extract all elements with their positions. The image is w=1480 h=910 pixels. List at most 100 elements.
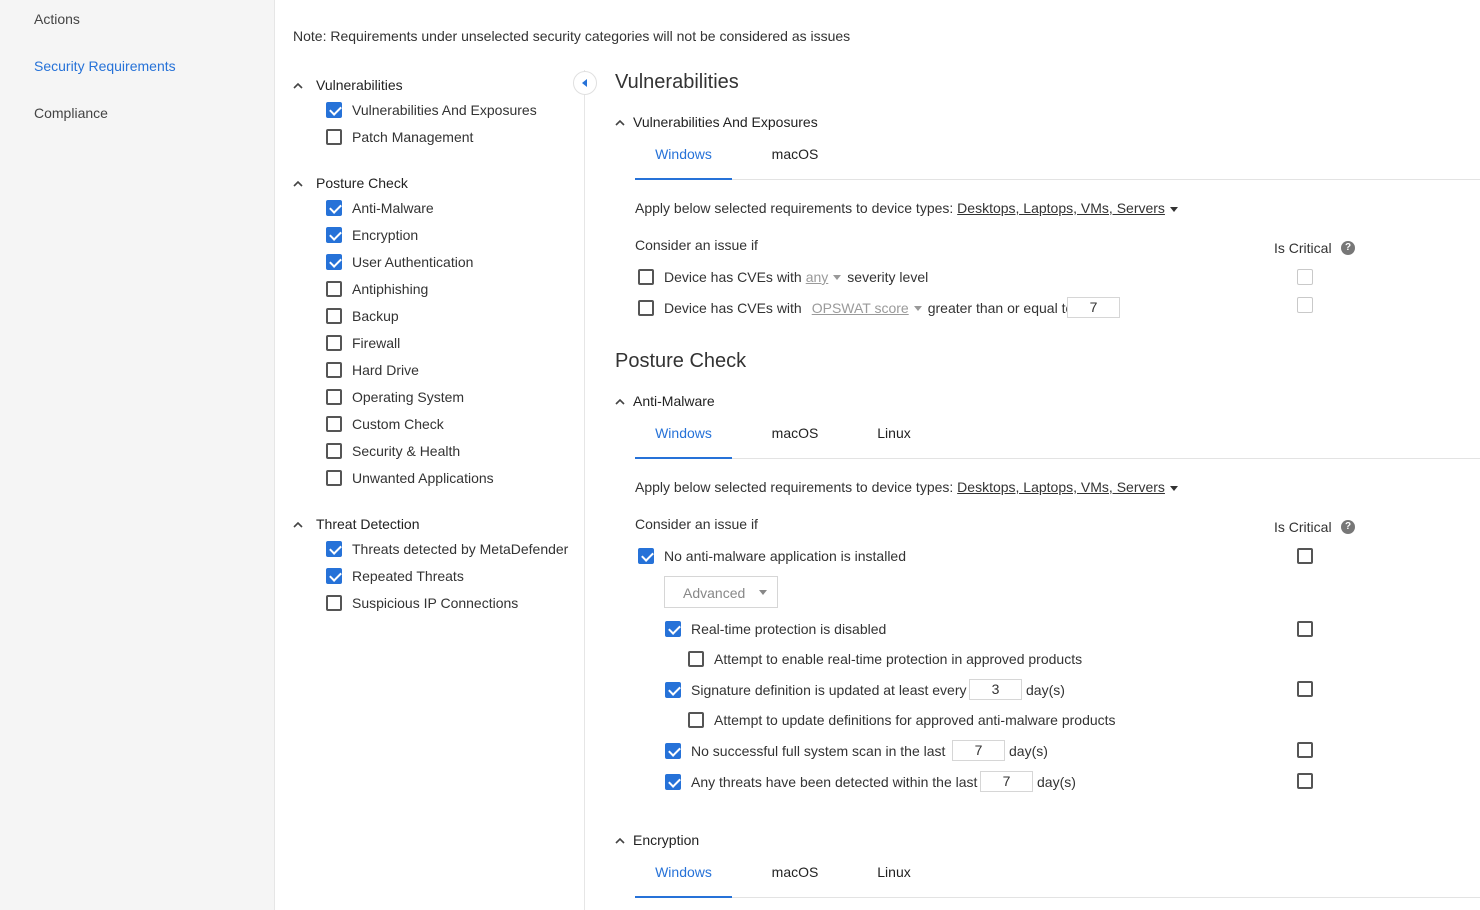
- checkbox[interactable]: [326, 308, 342, 324]
- checkbox[interactable]: [326, 541, 342, 557]
- caret-down-icon[interactable]: [1169, 206, 1178, 212]
- chevron-up-icon[interactable]: [614, 117, 626, 129]
- checkbox[interactable]: [326, 416, 342, 432]
- caret-down-icon: [759, 590, 767, 595]
- checkbox[interactable]: [326, 102, 342, 118]
- signature-attempt-checkbox[interactable]: [688, 712, 704, 728]
- category-patch-management[interactable]: Patch Management: [326, 128, 473, 146]
- checkbox[interactable]: [326, 200, 342, 216]
- threats-days-input[interactable]: 7: [980, 771, 1033, 792]
- fullscan-days-input[interactable]: 7: [952, 740, 1005, 761]
- nav-item-actions[interactable]: Actions: [34, 11, 80, 27]
- fullscan-checkbox[interactable]: [665, 743, 681, 759]
- category-encryption[interactable]: Encryption: [326, 226, 418, 244]
- critical-checkbox[interactable]: [1297, 621, 1313, 637]
- caret-down-icon[interactable]: [913, 305, 922, 311]
- device-types-dropdown[interactable]: Desktops, Laptops, VMs, Servers: [957, 479, 1165, 495]
- critical-checkbox[interactable]: [1297, 773, 1313, 789]
- category-label: Antiphishing: [352, 281, 429, 297]
- device-types-dropdown[interactable]: Desktops, Laptops, VMs, Servers: [957, 200, 1165, 216]
- critical-checkbox[interactable]: [1297, 297, 1313, 313]
- chevron-up-icon[interactable]: [614, 835, 626, 847]
- row-text: severity level: [847, 269, 929, 285]
- category-label: Firewall: [352, 335, 401, 351]
- category-backup[interactable]: Backup: [326, 307, 399, 325]
- checkbox[interactable]: [326, 470, 342, 486]
- no-antimalware-checkbox[interactable]: [638, 548, 654, 564]
- category-label: Unwanted Applications: [352, 470, 494, 486]
- category-custom-check[interactable]: Custom Check: [326, 415, 444, 433]
- caret-down-icon[interactable]: [1169, 485, 1178, 491]
- checkbox[interactable]: [326, 281, 342, 297]
- checkbox[interactable]: [326, 254, 342, 270]
- category-vulnerabilities-and-exposures[interactable]: Vulnerabilities And Exposures: [326, 101, 537, 119]
- checkbox[interactable]: [326, 443, 342, 459]
- caret-down-icon[interactable]: [833, 274, 842, 280]
- category-repeated-threats[interactable]: Repeated Threats: [326, 567, 464, 585]
- nav-item-security-requirements[interactable]: Security Requirements: [34, 58, 176, 74]
- category-unwanted-applications[interactable]: Unwanted Applications: [326, 469, 494, 487]
- critical-checkbox[interactable]: [1297, 548, 1313, 564]
- category-operating-system[interactable]: Operating System: [326, 388, 464, 406]
- category-label: Anti-Malware: [352, 200, 434, 216]
- row-text: Attempt to update definitions for approv…: [714, 712, 1116, 728]
- tab-macos[interactable]: macOS: [752, 425, 838, 441]
- is-critical-label: Is Critical: [1274, 519, 1332, 535]
- category-suspicious-ip[interactable]: Suspicious IP Connections: [326, 594, 518, 612]
- tab-linux[interactable]: Linux: [858, 425, 930, 441]
- signature-checkbox[interactable]: [665, 682, 681, 698]
- checkbox[interactable]: [326, 362, 342, 378]
- nav-item-compliance[interactable]: Compliance: [34, 105, 108, 121]
- threats-checkbox[interactable]: [665, 774, 681, 790]
- realtime-checkbox[interactable]: [665, 621, 681, 637]
- category-firewall[interactable]: Firewall: [326, 334, 400, 352]
- chevron-up-icon[interactable]: [614, 396, 626, 408]
- tab-windows[interactable]: Windows: [635, 146, 732, 162]
- chevron-up-icon[interactable]: [292, 80, 304, 92]
- score-dropdown[interactable]: OPSWAT score: [812, 300, 909, 316]
- threats-row: Any threats have been detected within th…: [665, 772, 977, 792]
- realtime-attempt-checkbox[interactable]: [688, 651, 704, 667]
- tab-macos[interactable]: macOS: [752, 146, 838, 162]
- critical-checkbox[interactable]: [1297, 742, 1313, 758]
- left-nav: Actions Security Requirements Compliance: [0, 0, 275, 910]
- signature-days-input[interactable]: 3: [969, 679, 1022, 700]
- tab-bar-line: [635, 458, 1480, 459]
- tab-bar-line: [635, 179, 1480, 180]
- category-hard-drive[interactable]: Hard Drive: [326, 361, 419, 379]
- cve-score-checkbox[interactable]: [638, 300, 654, 316]
- category-security-health[interactable]: Security & Health: [326, 442, 460, 460]
- category-label: Security & Health: [352, 443, 461, 459]
- category-group-vulnerabilities: Vulnerabilities: [316, 77, 403, 93]
- mode-select[interactable]: Advanced: [664, 576, 778, 608]
- help-icon[interactable]: ?: [1341, 520, 1355, 534]
- category-threats-metadefender[interactable]: Threats detected by MetaDefender: [326, 540, 568, 558]
- row-text: Any threats have been detected within th…: [691, 774, 978, 790]
- severity-dropdown[interactable]: any: [806, 269, 829, 285]
- category-anti-malware[interactable]: Anti-Malware: [326, 199, 434, 217]
- score-threshold-input[interactable]: 7: [1067, 297, 1120, 318]
- category-antiphishing[interactable]: Antiphishing: [326, 280, 428, 298]
- cve-severity-checkbox[interactable]: [638, 269, 654, 285]
- chevron-up-icon[interactable]: [292, 178, 304, 190]
- checkbox[interactable]: [326, 568, 342, 584]
- category-user-authentication[interactable]: User Authentication: [326, 253, 473, 271]
- help-icon[interactable]: ?: [1341, 241, 1355, 255]
- checkbox[interactable]: [326, 227, 342, 243]
- checkbox[interactable]: [326, 335, 342, 351]
- section-heading-posture-check: Posture Check: [615, 350, 747, 372]
- checkbox[interactable]: [326, 129, 342, 145]
- critical-checkbox[interactable]: [1297, 269, 1313, 285]
- tab-macos[interactable]: macOS: [752, 864, 838, 880]
- tab-windows[interactable]: Windows: [635, 864, 732, 880]
- category-label: Operating System: [352, 389, 465, 405]
- chevron-up-icon[interactable]: [292, 519, 304, 531]
- collapse-panel-button[interactable]: [573, 71, 597, 95]
- critical-checkbox[interactable]: [1297, 681, 1313, 697]
- tab-windows[interactable]: Windows: [635, 425, 732, 441]
- realtime-attempt-row: Attempt to enable real-time protection i…: [688, 649, 1082, 669]
- tab-linux[interactable]: Linux: [858, 864, 930, 880]
- checkbox[interactable]: [326, 595, 342, 611]
- is-critical-label: Is Critical: [1274, 240, 1332, 256]
- checkbox[interactable]: [326, 389, 342, 405]
